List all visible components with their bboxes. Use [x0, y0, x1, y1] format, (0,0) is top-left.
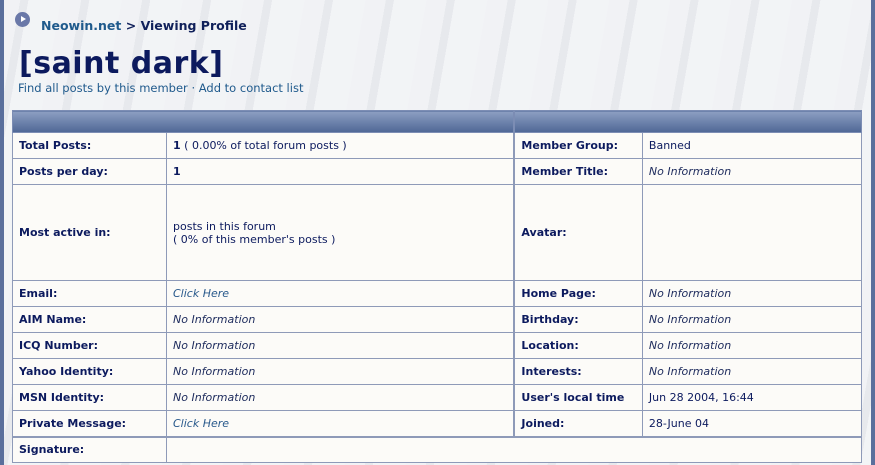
email-label: Email:	[12, 280, 167, 307]
table-row: Total Posts: 1 ( 0.00% of total forum po…	[12, 132, 863, 159]
member-group-value: Banned	[641, 132, 863, 159]
location-value: No Information	[641, 332, 863, 359]
aim-value: No Information	[166, 306, 515, 333]
avatar-value	[641, 184, 863, 281]
birthday-value: No Information	[641, 306, 863, 333]
email-link[interactable]: Click Here	[173, 287, 229, 300]
table-row: Most active in: posts in this forum( 0% …	[12, 184, 863, 281]
homepage-value: No Information	[641, 280, 863, 307]
msn-value: No Information	[166, 384, 515, 411]
most-active-label: Most active in:	[12, 184, 167, 281]
pm-value: Click Here	[166, 410, 515, 437]
breadcrumb-current: Viewing Profile	[140, 18, 247, 33]
table-row: MSN Identity: No Information User's loca…	[12, 384, 863, 411]
posts-per-day-label: Posts per day:	[12, 158, 167, 185]
birthday-label: Birthday:	[513, 306, 643, 333]
yahoo-value: No Information	[166, 358, 515, 385]
table-header	[12, 110, 863, 133]
table-row: Email: Click Here Home Page: No Informat…	[12, 280, 863, 307]
find-posts-link[interactable]: Find all posts by this member	[18, 81, 188, 95]
breadcrumb-separator: >	[125, 18, 137, 33]
table-row: Signature:	[12, 435, 862, 463]
pm-link[interactable]: Click Here	[173, 417, 229, 430]
location-label: Location:	[513, 332, 643, 359]
right-border	[871, 0, 875, 465]
local-time-value: Jun 28 2004, 16:44	[641, 384, 863, 411]
profile-links: Find all posts by this member · Add to c…	[18, 81, 303, 95]
most-active-value: posts in this forum( 0% of this member's…	[166, 184, 515, 281]
pm-label: Private Message:	[12, 410, 167, 437]
total-posts-label: Total Posts:	[12, 132, 167, 159]
profile-table: Total Posts: 1 ( 0.00% of total forum po…	[12, 110, 863, 463]
breadcrumb-site-link[interactable]: Neowin.net	[41, 18, 121, 33]
breadcrumb: Neowin.net > Viewing Profile	[15, 12, 247, 33]
add-contact-link[interactable]: Add to contact list	[199, 81, 304, 95]
table-row: ICQ Number: No Information Location: No …	[12, 332, 863, 359]
posts-per-day-value: 1	[166, 158, 515, 185]
interests-label: Interests:	[513, 358, 643, 385]
aim-label: AIM Name:	[12, 306, 167, 333]
joined-label: Joined:	[513, 410, 643, 437]
signature-value	[166, 435, 862, 463]
icq-value: No Information	[166, 332, 515, 359]
homepage-label: Home Page:	[513, 280, 643, 307]
left-border	[0, 0, 4, 465]
icq-label: ICQ Number:	[12, 332, 167, 359]
member-group-label: Member Group:	[513, 132, 643, 159]
link-separator: ·	[191, 81, 196, 95]
local-time-label: User's local time	[513, 384, 643, 411]
joined-value: 28-June 04	[641, 410, 863, 437]
table-row: Yahoo Identity: No Information Interests…	[12, 358, 863, 385]
interests-value: No Information	[641, 358, 863, 385]
yahoo-label: Yahoo Identity:	[12, 358, 167, 385]
avatar-label: Avatar:	[513, 184, 643, 281]
email-value: Click Here	[166, 280, 515, 307]
table-row: Private Message: Click Here Joined: 28-J…	[12, 410, 863, 437]
table-row: Posts per day: 1 Member Title: No Inform…	[12, 158, 863, 185]
member-title-value: No Information	[641, 158, 863, 185]
signature-label: Signature:	[12, 435, 167, 463]
total-posts-value: 1 ( 0.00% of total forum posts )	[166, 132, 515, 159]
msn-label: MSN Identity:	[12, 384, 167, 411]
table-row: AIM Name: No Information Birthday: No In…	[12, 306, 863, 333]
member-title-label: Member Title:	[513, 158, 643, 185]
nav-arrow-icon	[15, 12, 30, 27]
page-title: [saint dark]	[19, 46, 224, 81]
